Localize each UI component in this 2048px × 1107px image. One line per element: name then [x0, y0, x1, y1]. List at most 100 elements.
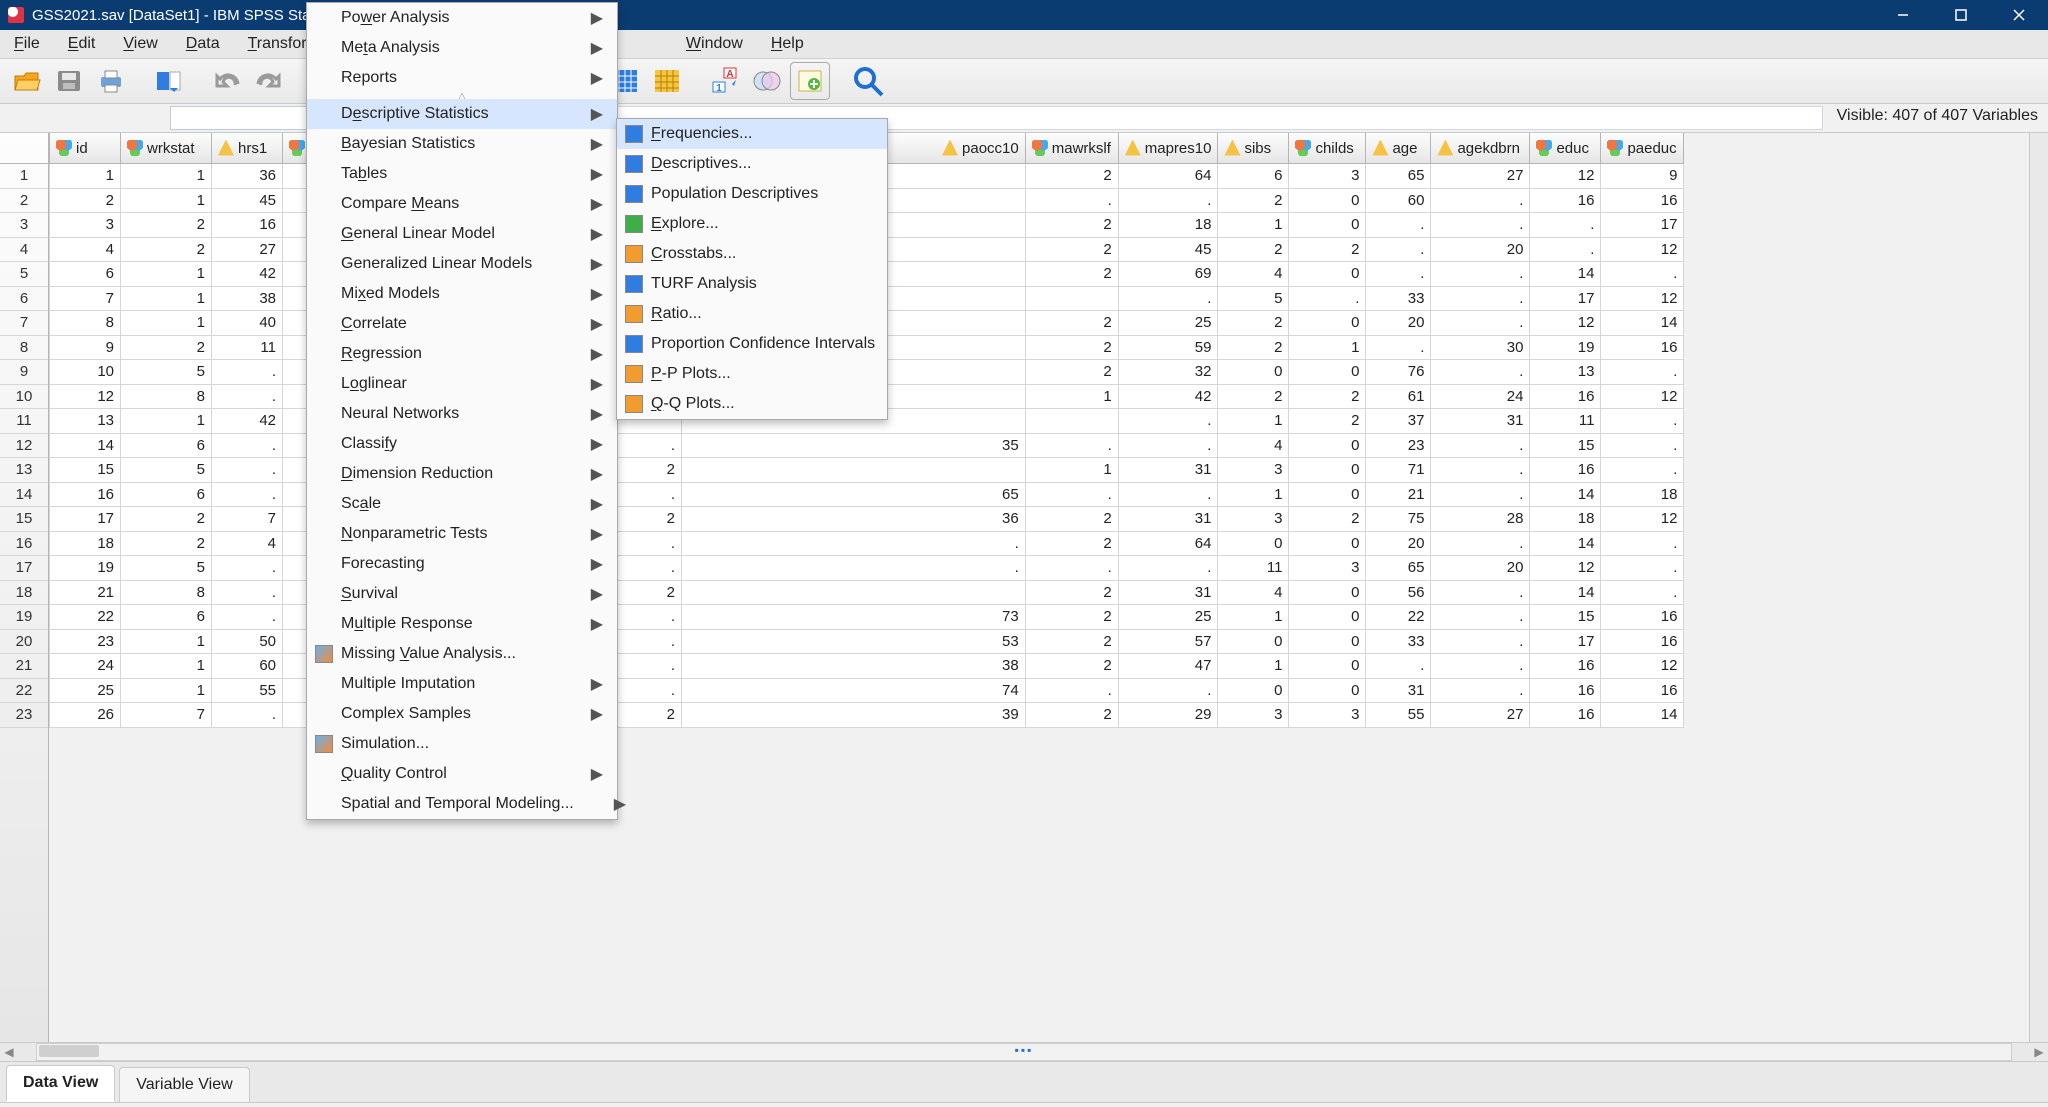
cell[interactable]: 17	[1530, 286, 1601, 311]
cell[interactable]: 3	[1289, 164, 1366, 189]
goto-case-input[interactable]	[170, 106, 314, 130]
cell[interactable]: .	[1601, 409, 1684, 434]
cell[interactable]: .	[212, 703, 283, 728]
menu-item-complex-samples[interactable]: Complex Samples▶	[307, 699, 617, 729]
column-header-mawrkslf[interactable]: mawrkslf	[1025, 133, 1118, 164]
cell[interactable]: 0	[1218, 629, 1289, 654]
table-row[interactable]: 155.21313071.16.	[50, 458, 1684, 483]
cell[interactable]: 1	[121, 678, 212, 703]
cell[interactable]: 4	[212, 531, 283, 556]
cell[interactable]: .	[682, 556, 1026, 581]
cell[interactable]: 0	[1289, 311, 1366, 336]
cell[interactable]: 18	[1530, 507, 1601, 532]
cell[interactable]: 36	[682, 507, 1026, 532]
cell[interactable]: 9	[1601, 164, 1684, 189]
cell[interactable]: 2	[1025, 703, 1118, 728]
row-number[interactable]: 17	[0, 556, 48, 581]
maximize-button[interactable]	[1932, 0, 1990, 30]
cell[interactable]: 8	[121, 384, 212, 409]
cell[interactable]: 0	[1289, 629, 1366, 654]
row-number[interactable]: 13	[0, 458, 48, 483]
cell[interactable]: 2	[121, 531, 212, 556]
cell[interactable]: 2	[1025, 360, 1118, 385]
cell[interactable]: 0	[1289, 262, 1366, 287]
submenu-item-descriptives[interactable]: Descriptives...	[617, 149, 887, 179]
submenu-item-turf-analysis[interactable]: TURF Analysis	[617, 269, 887, 299]
cell[interactable]: 0	[1218, 531, 1289, 556]
recall-dialog-icon[interactable]	[150, 63, 188, 99]
cell[interactable]: .	[1601, 580, 1684, 605]
cell[interactable]: 65	[1366, 556, 1431, 581]
row-number[interactable]: 22	[0, 679, 48, 704]
cell[interactable]: .	[1431, 678, 1530, 703]
cell[interactable]: 4	[1218, 262, 1289, 287]
cell[interactable]: 2	[1289, 409, 1366, 434]
print-icon[interactable]	[92, 63, 130, 99]
cell[interactable]: 64	[1118, 164, 1218, 189]
cell[interactable]: 1	[1218, 654, 1289, 679]
cell[interactable]	[682, 580, 1026, 605]
menu-item-neural-networks[interactable]: Neural Networks▶	[307, 399, 617, 429]
cell[interactable]: 26	[50, 703, 121, 728]
cell[interactable]: 14	[1530, 482, 1601, 507]
cell[interactable]: .	[1118, 409, 1218, 434]
submenu-item-population-descriptives[interactable]: Population Descriptives	[617, 179, 887, 209]
cell[interactable]: 2	[1025, 605, 1118, 630]
table-row[interactable]: 195.....113652012.	[50, 556, 1684, 581]
cell[interactable]: 42	[212, 262, 283, 287]
table-row[interactable]: 166..65..1021.1418	[50, 482, 1684, 507]
cell[interactable]: 31	[1118, 580, 1218, 605]
cell[interactable]: 28	[1431, 507, 1530, 532]
cell[interactable]: 31	[1366, 678, 1431, 703]
column-header-paeduc[interactable]: paeduc	[1601, 133, 1684, 164]
cell[interactable]: 6	[121, 605, 212, 630]
cell[interactable]: .	[1118, 678, 1218, 703]
cell[interactable]: .	[1118, 482, 1218, 507]
cell[interactable]: .	[1366, 654, 1431, 679]
cell[interactable]: .	[1431, 188, 1530, 213]
cell[interactable]: 23	[1366, 433, 1431, 458]
cell[interactable]: 12	[1601, 237, 1684, 262]
cell[interactable]: 10	[50, 360, 121, 385]
row-number[interactable]: 16	[0, 532, 48, 557]
cell[interactable]: 1	[121, 311, 212, 336]
row-number[interactable]: 11	[0, 409, 48, 434]
minimize-button[interactable]	[1874, 0, 1932, 30]
cell[interactable]: 55	[212, 678, 283, 703]
menu-item-general-linear-model[interactable]: General Linear Model▶	[307, 219, 617, 249]
cell[interactable]: 1	[121, 262, 212, 287]
cell[interactable]: 0	[1289, 482, 1366, 507]
cell[interactable]: 27	[212, 237, 283, 262]
cell[interactable]: 36	[212, 164, 283, 189]
column-header-sibs[interactable]: sibs	[1218, 133, 1289, 164]
table-row[interactable]: 25155.74..0031.1616	[50, 678, 1684, 703]
cell[interactable]: 0	[1289, 678, 1366, 703]
cell[interactable]: 45	[212, 188, 283, 213]
column-header-age[interactable]: age	[1366, 133, 1431, 164]
cell[interactable]: 33	[1366, 286, 1431, 311]
cell[interactable]: 27	[1431, 703, 1530, 728]
cell[interactable]: 2	[1025, 629, 1118, 654]
close-button[interactable]	[1990, 0, 2048, 30]
cell[interactable]: 1	[1218, 605, 1289, 630]
cell[interactable]: 2	[121, 507, 212, 532]
cell[interactable]: 53	[682, 629, 1026, 654]
tab-data-view[interactable]: Data View	[6, 1065, 115, 1102]
menu-item-spatial-and-temporal-modeling[interactable]: Spatial and Temporal Modeling...▶	[307, 789, 617, 819]
cell[interactable]: 2	[121, 213, 212, 238]
cell[interactable]: 0	[1218, 360, 1289, 385]
cell[interactable]: 7	[50, 286, 121, 311]
cell[interactable]	[1025, 286, 1118, 311]
cell[interactable]: .	[1431, 433, 1530, 458]
menu-item-regression[interactable]: Regression▶	[307, 339, 617, 369]
column-header-educ[interactable]: educ	[1530, 133, 1601, 164]
cell[interactable]: 74	[682, 678, 1026, 703]
table-row[interactable]: 24160.3824710..1612	[50, 654, 1684, 679]
cell[interactable]: 16	[1530, 384, 1601, 409]
cell[interactable]: .	[1431, 286, 1530, 311]
cell[interactable]: 1	[1218, 482, 1289, 507]
menu-item-dimension-reduction[interactable]: Dimension Reduction▶	[307, 459, 617, 489]
cell[interactable]: .	[1025, 678, 1118, 703]
cell[interactable]	[682, 458, 1026, 483]
cell[interactable]: 2	[1218, 188, 1289, 213]
